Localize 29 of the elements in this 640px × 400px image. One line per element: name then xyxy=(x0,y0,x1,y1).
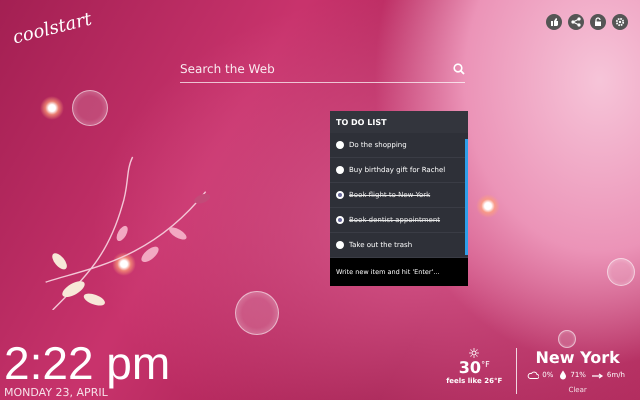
thumbs-up-icon[interactable] xyxy=(546,14,562,30)
radio-button[interactable] xyxy=(336,141,344,149)
radio-button[interactable] xyxy=(336,216,344,224)
bokeh-circle xyxy=(235,291,279,335)
light-glow xyxy=(40,96,64,120)
bokeh-circle xyxy=(558,330,576,348)
radio-button[interactable] xyxy=(336,241,344,249)
cloud-icon xyxy=(527,371,540,379)
sun-icon xyxy=(469,348,480,358)
search-field[interactable]: Search the Web xyxy=(180,62,453,76)
clock-date: MONDAY 23, APRIL xyxy=(4,386,109,400)
padlock-icon[interactable] xyxy=(590,14,606,30)
temperature: 30 xyxy=(458,358,482,377)
logo-text: coolstart xyxy=(10,8,94,48)
clock-time: 2:22 pm xyxy=(4,340,170,386)
wind-icon xyxy=(592,371,604,379)
scrollbar[interactable] xyxy=(465,139,468,255)
radio-button[interactable] xyxy=(336,166,344,174)
bokeh-circle xyxy=(72,90,108,126)
settings-icon[interactable] xyxy=(612,14,628,30)
todo-title: TO DO LIST xyxy=(330,111,468,133)
droplet-icon xyxy=(559,370,568,380)
bokeh-circle xyxy=(607,258,635,286)
city-name: New York xyxy=(536,348,620,367)
share-icon[interactable] xyxy=(568,14,584,30)
temperature-unit: °F xyxy=(481,360,490,369)
radio-button[interactable] xyxy=(336,191,344,199)
light-glow xyxy=(476,194,500,218)
light-glow xyxy=(112,252,136,276)
